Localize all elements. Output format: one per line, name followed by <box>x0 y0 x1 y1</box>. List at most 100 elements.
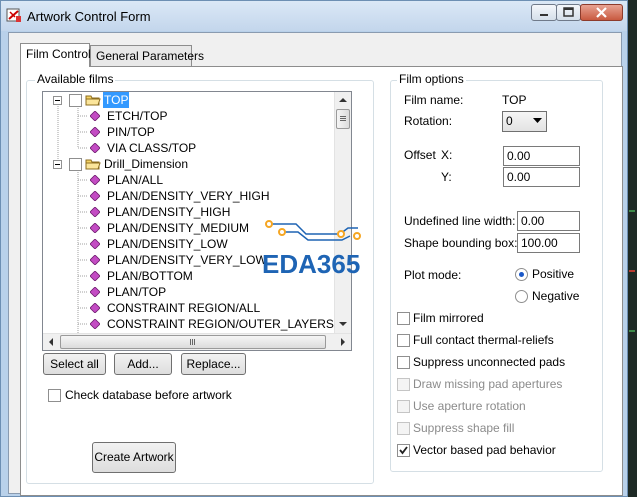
close-icon <box>596 7 607 18</box>
offset-y-input[interactable]: 0.00 <box>503 167 580 187</box>
layer-diamond-icon <box>90 191 100 201</box>
layer-diamond-icon <box>90 319 100 329</box>
film-mirrored-checkbox[interactable] <box>397 312 410 325</box>
tree-vertical-scrollbar[interactable] <box>334 92 351 333</box>
vector-based-pad-behavior-label: Vector based pad behavior <box>413 443 556 457</box>
rotation-label: Rotation: <box>404 114 453 128</box>
offset-label: Offset <box>404 148 436 162</box>
tab-film-control[interactable]: Film Control <box>20 43 91 67</box>
tree-node-label: PIN/TOP <box>107 125 155 139</box>
full-contact-thermal-reliefs-label: Full contact thermal-reliefs <box>413 333 554 347</box>
layer-diamond-icon <box>90 287 100 297</box>
shape-bounding-box-input[interactable]: 100.00 <box>517 233 580 253</box>
suppress-unconnected-pads-checkbox[interactable] <box>397 356 410 369</box>
scroll-right-icon[interactable] <box>339 337 347 347</box>
suppress-shape-fill-checkbox <box>397 422 410 435</box>
layer-diamond-icon <box>90 111 100 121</box>
tree-node-label: PLAN/BOTTOM <box>107 269 193 283</box>
artwork-app-icon <box>6 8 21 22</box>
negative-label: Negative <box>532 289 580 303</box>
negative-radio[interactable] <box>515 290 528 303</box>
tree-node-label: PLAN/DENSITY_VERY_HIGH <box>107 189 270 203</box>
tree-node-label: PLAN/ALL <box>107 173 164 187</box>
close-button[interactable] <box>580 4 623 21</box>
shape-bounding-box-label: Shape bounding box: <box>404 236 518 250</box>
vector-based-pad-behavior-checkbox[interactable] <box>397 444 410 457</box>
tree-checkbox[interactable] <box>69 94 82 107</box>
layer-diamond-icon <box>90 175 100 185</box>
scroll-thumb[interactable] <box>60 335 326 349</box>
eda365-circuit-logo <box>265 220 361 241</box>
undefined-line-width-label: Undefined line width: <box>404 214 516 228</box>
window-title: Artwork Control Form <box>27 9 151 24</box>
use-aperture-rotation-checkbox <box>397 400 410 413</box>
desktop-background <box>628 0 637 497</box>
available-films-label: Available films <box>35 72 116 86</box>
film-name-label: Film name: <box>404 93 464 107</box>
checkmark-icon <box>399 446 408 455</box>
add-button[interactable]: Add... <box>114 353 172 375</box>
tree-horizontal-scrollbar[interactable] <box>43 333 351 350</box>
tree-node-label: Drill_Dimension <box>104 157 189 171</box>
suppress-shape-fill-label: Suppress shape fill <box>413 421 515 435</box>
tree-node-label: PLAN/DENSITY_MEDIUM <box>107 221 250 235</box>
collapse-toggle[interactable] <box>53 160 62 169</box>
use-aperture-rotation-label: Use aperture rotation <box>413 399 526 413</box>
folder-icon <box>85 95 101 106</box>
suppress-unconnected-pads-label: Suppress unconnected pads <box>413 355 566 369</box>
check-database-checkbox[interactable] <box>48 389 61 402</box>
tab-label: Film Control <box>26 47 91 61</box>
tab-label: General Parameters <box>96 49 205 63</box>
replace-button[interactable]: Replace... <box>181 353 246 375</box>
tree-node-label: PLAN/DENSITY_LOW <box>107 237 228 251</box>
tree-node-label: PLAN/TOP <box>107 285 167 299</box>
positive-label: Positive <box>532 267 575 281</box>
layer-diamond-icon <box>90 223 100 233</box>
layer-diamond-icon <box>90 143 100 153</box>
maximize-button[interactable] <box>556 4 581 21</box>
scroll-thumb[interactable] <box>336 109 350 129</box>
select-all-button[interactable]: Select all <box>43 353 106 375</box>
positive-radio[interactable] <box>515 268 528 281</box>
film-name-value: TOP <box>502 93 527 107</box>
draw-missing-pad-apertures-checkbox <box>397 378 410 391</box>
tree-node-label: VIA CLASS/TOP <box>107 141 197 155</box>
layer-diamond-icon <box>90 239 100 249</box>
maximize-icon <box>563 7 574 17</box>
scroll-left-icon[interactable] <box>47 337 55 347</box>
rotation-select[interactable]: 0 <box>502 111 547 132</box>
dropdown-arrow-icon <box>533 118 542 123</box>
tree-node-label: PLAN/DENSITY_VERY_LOW <box>107 253 267 267</box>
collapse-toggle[interactable] <box>53 96 62 105</box>
offset-x-label: X: <box>441 148 453 162</box>
eda365-watermark: EDA365 <box>262 249 361 279</box>
film-mirrored-label: Film mirrored <box>413 311 484 325</box>
layer-diamond-icon <box>90 127 100 137</box>
layer-diamond-icon <box>90 255 100 265</box>
rotation-select-value: 0 <box>506 114 513 128</box>
layer-diamond-icon <box>90 207 100 217</box>
minimize-icon <box>540 14 548 16</box>
plot-mode-label: Plot mode: <box>404 268 462 282</box>
tree-checkbox[interactable] <box>69 158 82 171</box>
tree-node-label: ETCH/TOP <box>107 109 168 123</box>
draw-missing-pad-apertures-label: Draw missing pad apertures <box>413 377 563 391</box>
offset-x-input[interactable]: 0.00 <box>503 146 580 166</box>
film-options-label: Film options <box>397 72 466 86</box>
tree-node-label: CONSTRAINT REGION/ALL <box>107 301 261 315</box>
title-bar[interactable]: Artwork Control Form <box>1 1 627 31</box>
tree-node-label: TOP <box>103 92 130 108</box>
layer-diamond-icon <box>90 271 100 281</box>
tab-general-parameters[interactable]: General Parameters <box>90 45 204 67</box>
minimize-button[interactable] <box>531 4 557 21</box>
tree-node-label: CONSTRAINT REGION/OUTER_LAYERS <box>107 317 334 331</box>
scroll-up-icon[interactable] <box>338 96 348 104</box>
offset-y-label: Y: <box>441 170 452 184</box>
tree-node-label: PLAN/DENSITY_HIGH <box>107 205 231 219</box>
create-artwork-button[interactable]: Create Artwork <box>92 442 176 473</box>
layer-diamond-icon <box>90 303 100 313</box>
undefined-line-width-input[interactable]: 0.00 <box>517 211 580 231</box>
scroll-down-icon[interactable] <box>338 320 348 328</box>
full-contact-thermal-reliefs-checkbox[interactable] <box>397 334 410 347</box>
folder-icon <box>85 159 101 170</box>
